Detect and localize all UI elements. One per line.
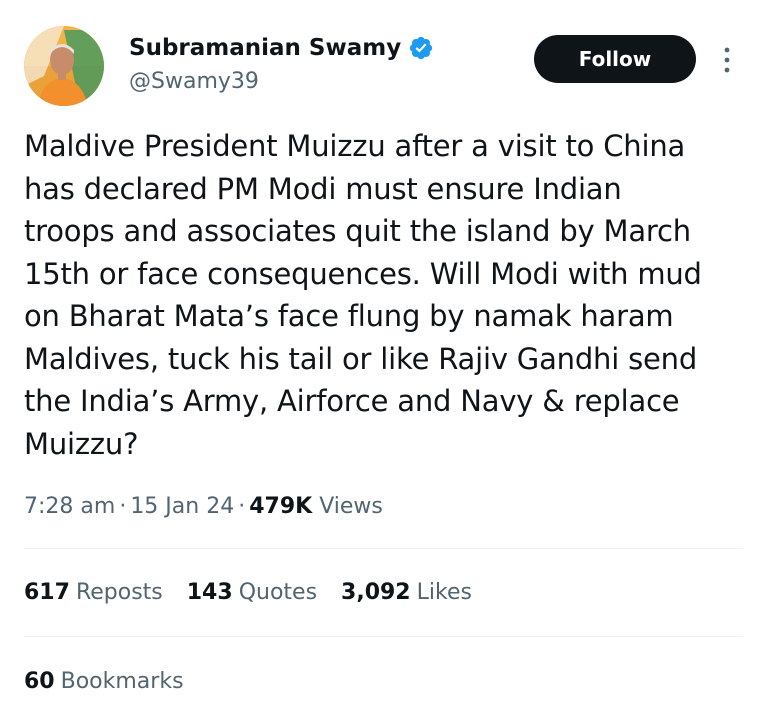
reposts-stat[interactable]: 617 Reposts [24, 576, 163, 610]
tweet-text-line: has declared PM Modi must ensure Indian [24, 171, 622, 206]
views-label: Views [319, 494, 383, 519]
likes-count: 3,092 [341, 580, 411, 605]
author-display-name[interactable]: Subramanian Swamy [129, 33, 434, 63]
author-handle[interactable]: @Swamy39 [129, 68, 259, 96]
bookmarks-label: Bookmarks [60, 669, 184, 694]
divider [24, 548, 743, 549]
tweet-text-line: troops and associates quit the island by… [24, 214, 691, 248]
likes-label: Likes [416, 580, 472, 605]
tweet-date[interactable]: 15 Jan 24 [130, 494, 234, 519]
reposts-count: 617 [24, 580, 70, 605]
engagement-stats: 617 Reposts 143 Quotes 3,092 Likes [24, 576, 496, 610]
tweet-text-line: the India’s Army, Airforce and Navy & re… [24, 384, 680, 418]
reposts-label: Reposts [75, 580, 163, 605]
quotes-label: Quotes [238, 580, 318, 605]
bookmarks-stat[interactable]: 60 Bookmarks [24, 665, 184, 699]
tweet-text: Maldive President Muizzu after a visit t… [24, 125, 739, 465]
tweet-text-line: Muizzu? [24, 426, 139, 461]
bookmarks-count: 60 [24, 669, 55, 694]
author-name-text: Subramanian Swamy [129, 35, 402, 61]
follow-button[interactable]: Follow [534, 35, 696, 83]
verified-badge-icon [408, 35, 434, 61]
likes-stat[interactable]: 3,092 Likes [341, 576, 472, 610]
tweet-time[interactable]: 7:28 am [24, 494, 115, 519]
quotes-stat[interactable]: 143 Quotes [187, 576, 317, 610]
tweet-text-line: Maldives, tuck his tail or like Rajiv Ga… [24, 341, 698, 376]
tweet-text-line: 15th or face consequences. Will Modi wit… [24, 256, 702, 291]
avatar-image [24, 26, 104, 106]
meta-separator: · [119, 494, 127, 519]
meta-separator: · [238, 494, 246, 519]
quotes-count: 143 [186, 580, 233, 605]
views-count: 479K [249, 494, 313, 519]
tweet-meta: 7:28 am · 15 Jan 24 · 479K Views [24, 490, 383, 524]
avatar[interactable] [24, 26, 104, 106]
divider [24, 636, 743, 637]
more-vertical-icon[interactable] [719, 44, 735, 76]
tweet-text-line: on Bharat Mata’s face flung by namak har… [24, 299, 674, 333]
tweet-text-line: Maldive President Muizzu after a visit t… [24, 129, 686, 163]
